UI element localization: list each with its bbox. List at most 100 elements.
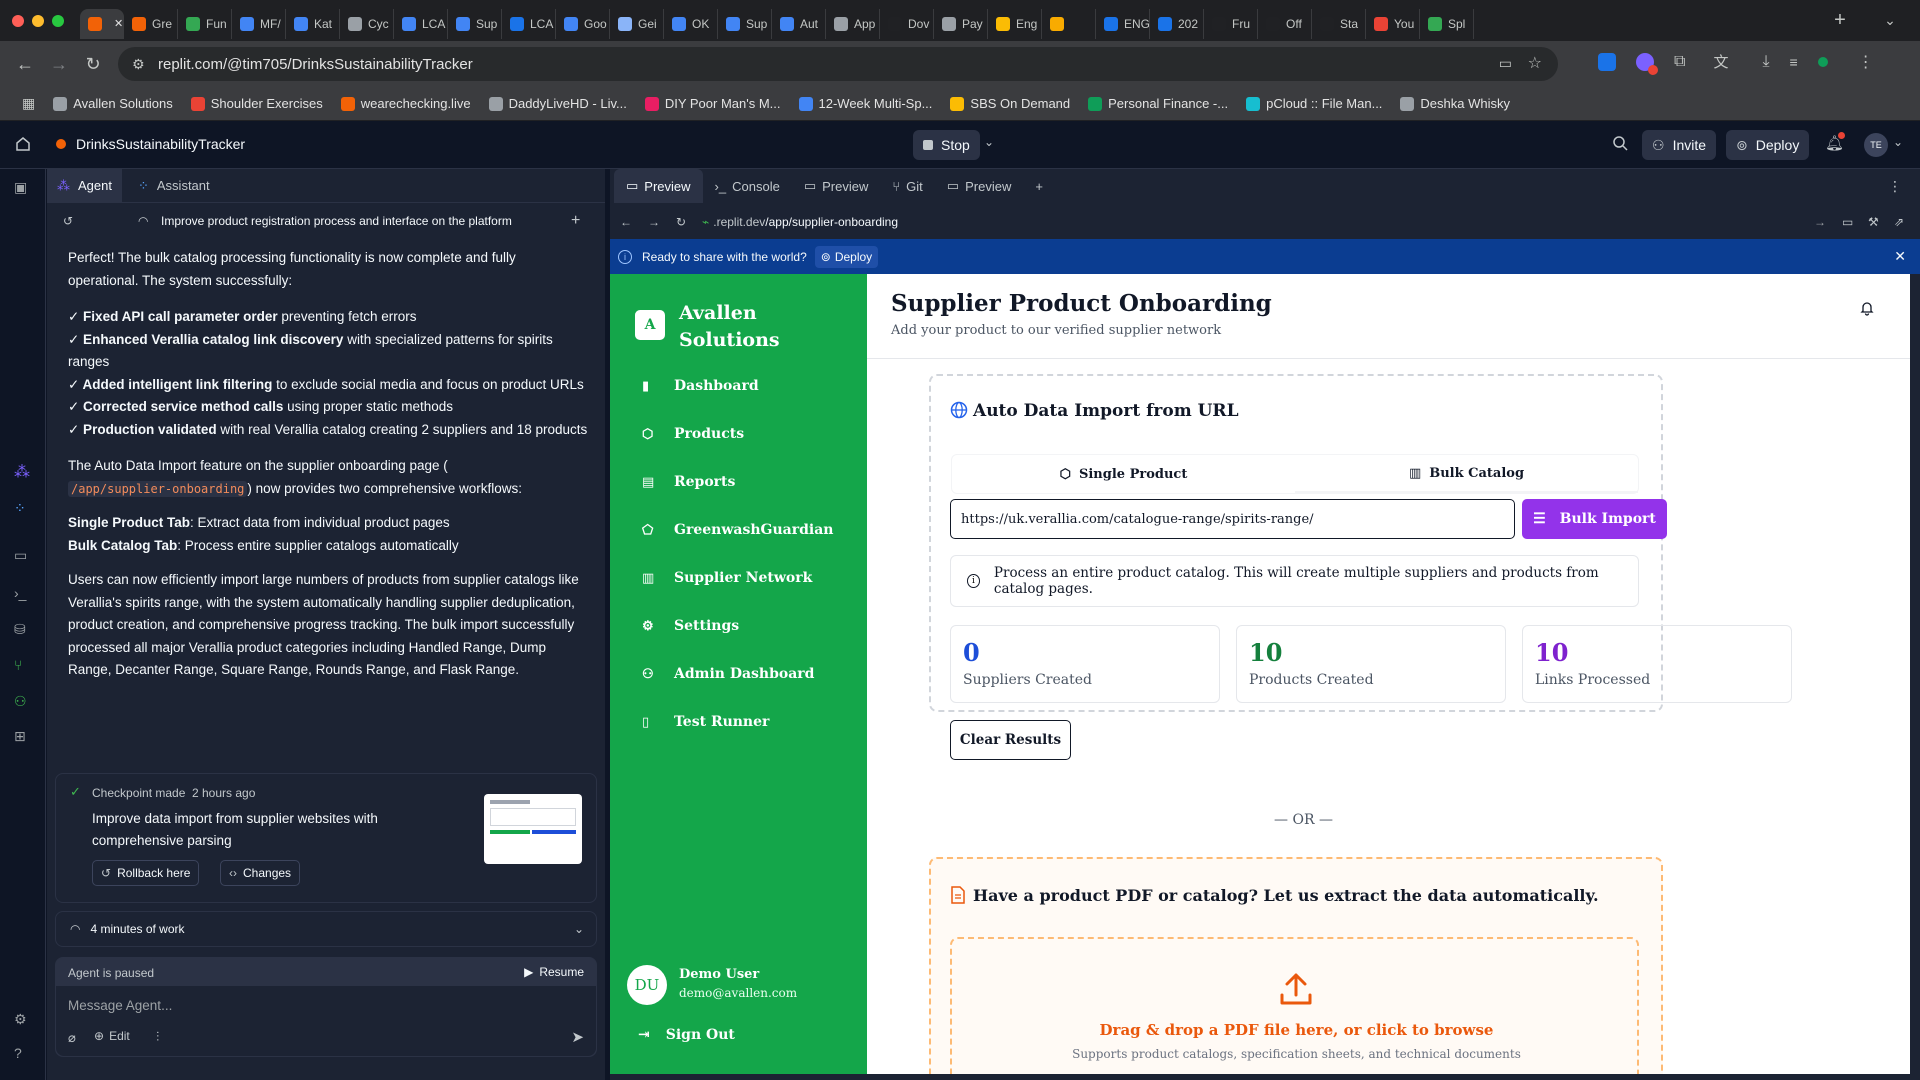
extension-b-icon[interactable] xyxy=(1598,52,1616,71)
banner-deploy-button[interactable]: ⊚ Deploy xyxy=(814,245,879,268)
user-avatar[interactable]: TE xyxy=(1864,133,1888,157)
devices-icon[interactable]: ▭ xyxy=(1842,215,1853,229)
tab-git[interactable]: ⑂ Git xyxy=(880,169,934,203)
tab-preview-1[interactable]: ▭ Preview xyxy=(614,169,703,203)
preview-go-icon[interactable]: → xyxy=(1814,215,1826,229)
bookmark-item[interactable]: pCloud :: File Man... xyxy=(1246,96,1382,111)
stop-button[interactable]: Stop xyxy=(913,130,980,160)
expand-chevron-icon[interactable]: ⌄ xyxy=(574,922,584,936)
browser-tab[interactable]: Fun xyxy=(178,8,232,39)
preview-back-icon[interactable]: ← xyxy=(620,215,632,229)
signout-button[interactable]: ⇥ Sign Out xyxy=(638,1027,735,1043)
preview-url-field[interactable]: ⌁ .replit.dev/app/supplier-onboarding xyxy=(702,215,898,229)
invite-button[interactable]: ⚇ Invite xyxy=(1642,130,1717,160)
agent-icon[interactable]: ⁂ xyxy=(14,462,32,481)
browser-tab[interactable]: Gei xyxy=(610,8,664,39)
nav-item-test-runner[interactable]: ▯ Test Runner xyxy=(642,714,769,730)
users-icon[interactable]: ⚇ xyxy=(14,693,32,711)
browser-tab[interactable]: ENG xyxy=(1096,8,1150,39)
assistant-icon[interactable]: ⁘ xyxy=(14,500,32,518)
search-icon[interactable] xyxy=(1612,135,1628,151)
back-icon[interactable]: ← xyxy=(8,47,42,81)
changes-button[interactable]: ‹› Changes xyxy=(220,860,301,886)
bookmark-item[interactable]: Avallen Solutions xyxy=(53,96,173,111)
bookmark-item[interactable]: SBS On Demand xyxy=(950,96,1070,111)
browser-tab[interactable] xyxy=(1042,8,1096,39)
bulk-import-button[interactable]: ☰ Bulk Import xyxy=(1522,499,1667,539)
nav-item-products[interactable]: ⬡ Products xyxy=(642,426,744,442)
git-icon[interactable]: ⑂ xyxy=(14,657,32,675)
browser-tab[interactable]: Fru xyxy=(1204,8,1258,39)
nav-item-settings[interactable]: ⚙ Settings xyxy=(642,618,739,634)
catalog-url-input[interactable] xyxy=(950,499,1515,539)
close-window-button[interactable] xyxy=(12,14,24,27)
url-field[interactable]: ⚙ replit.com/@tim705/DrinksSustainabilit… xyxy=(118,47,1558,81)
home-icon[interactable] xyxy=(15,136,31,152)
account-chevron-icon[interactable]: ⌄ xyxy=(1893,135,1903,149)
reading-list-icon[interactable]: ≡ xyxy=(1790,54,1798,70)
tab-search-icon[interactable]: ⌄ xyxy=(1860,12,1920,29)
browser-tab[interactable]: 202 xyxy=(1150,8,1204,39)
settings-icon[interactable]: ⚙ xyxy=(14,1011,32,1029)
tab-bulk-catalog[interactable]: ▥ Bulk Catalog xyxy=(1295,455,1638,493)
app-bell-icon[interactable] xyxy=(1859,300,1875,316)
deploy-button[interactable]: ⊚ Deploy xyxy=(1726,130,1810,160)
tab-single-product[interactable]: ⬡ Single Product xyxy=(952,455,1295,493)
browser-tab[interactable]: Sup xyxy=(718,8,772,39)
rollback-button[interactable]: ↺ Rollback here xyxy=(92,860,200,886)
attach-icon[interactable]: ⌀ xyxy=(68,1030,76,1046)
browser-tab[interactable]: ✕ xyxy=(80,8,124,39)
browser-tab[interactable]: Sta xyxy=(1312,8,1366,39)
browser-tab[interactable]: Eng xyxy=(988,8,1042,39)
browser-tab[interactable]: OK xyxy=(664,8,718,39)
extensions-puzzle-icon[interactable]: ⧉ xyxy=(1674,53,1685,71)
checkpoint-thumbnail[interactable] xyxy=(484,794,582,864)
all-tools-icon[interactable]: ⊞ xyxy=(14,728,32,746)
browser-tab[interactable]: App xyxy=(826,8,880,39)
pane-menu-icon[interactable]: ⋮ xyxy=(1888,178,1902,195)
resume-button[interactable]: ▶ Resume xyxy=(524,965,584,979)
run-options-chevron-icon[interactable]: ⌄ xyxy=(984,135,994,149)
work-summary[interactable]: ◠ 4 minutes of work ⌄ xyxy=(55,911,597,947)
profile-icon[interactable] xyxy=(1817,56,1828,67)
message-input[interactable]: Message Agent... xyxy=(56,986,596,1056)
bookmark-item[interactable]: Personal Finance -... xyxy=(1088,96,1228,111)
browser-tab[interactable]: Sup xyxy=(448,8,502,39)
browser-tab[interactable]: Gre xyxy=(124,8,178,39)
browser-tab[interactable]: Aut xyxy=(772,8,826,39)
translate-icon[interactable]: 文 xyxy=(1713,51,1728,72)
nav-item-supplier-network[interactable]: ▥ Supplier Network xyxy=(642,570,812,586)
tab-console[interactable]: ›_ Console xyxy=(703,169,792,203)
bookmark-item[interactable]: DaddyLiveHD - Liv... xyxy=(488,96,627,111)
devtools-icon[interactable]: ⚒ xyxy=(1868,215,1879,229)
webview-icon[interactable]: ▭ xyxy=(14,547,32,565)
database-icon[interactable]: ⛁ xyxy=(14,621,32,639)
edit-button[interactable]: ⊕ Edit xyxy=(94,1029,130,1043)
browser-tab[interactable]: Dov xyxy=(880,8,934,39)
new-thread-icon[interactable]: + xyxy=(571,212,580,230)
install-app-icon[interactable]: ▭ xyxy=(1499,55,1512,72)
nav-item-dashboard[interactable]: ▮ Dashboard xyxy=(642,378,759,394)
nav-item-admin-dashboard[interactable]: ⚇ Admin Dashboard xyxy=(642,666,814,682)
files-icon[interactable]: ▣ xyxy=(14,179,32,197)
preview-forward-icon[interactable]: → xyxy=(648,215,660,229)
banner-close-icon[interactable]: ✕ xyxy=(1894,248,1906,265)
sliders-icon[interactable]: ⫶ xyxy=(156,1029,159,1045)
new-tab-icon[interactable]: + xyxy=(1820,9,1860,32)
tab-preview-2[interactable]: ▭ Preview xyxy=(792,169,881,203)
bookmark-item[interactable]: wearechecking.live xyxy=(340,96,471,111)
bookmark-item[interactable]: DIY Poor Man's M... xyxy=(644,96,781,111)
minimize-window-button[interactable] xyxy=(32,14,44,27)
extension-badge-icon[interactable] xyxy=(1636,52,1658,75)
forward-icon[interactable]: → xyxy=(42,47,76,81)
apps-grid-icon[interactable]: ▦ xyxy=(22,95,35,112)
browser-tab[interactable]: Spl xyxy=(1420,8,1474,39)
bookmark-item[interactable]: Shoulder Exercises xyxy=(190,96,323,111)
browser-menu-icon[interactable]: ⋮ xyxy=(1858,52,1874,72)
shell-icon[interactable]: ›_ xyxy=(14,585,32,603)
send-icon[interactable]: ➤ xyxy=(571,1028,584,1046)
tab-preview-3[interactable]: ▭ Preview xyxy=(935,169,1024,203)
bookmark-star-icon[interactable]: ☆ xyxy=(1528,53,1542,73)
history-icon[interactable]: ↺ xyxy=(63,214,73,228)
pdf-dropzone[interactable]: Drag & drop a PDF file here, or click to… xyxy=(950,937,1639,1074)
